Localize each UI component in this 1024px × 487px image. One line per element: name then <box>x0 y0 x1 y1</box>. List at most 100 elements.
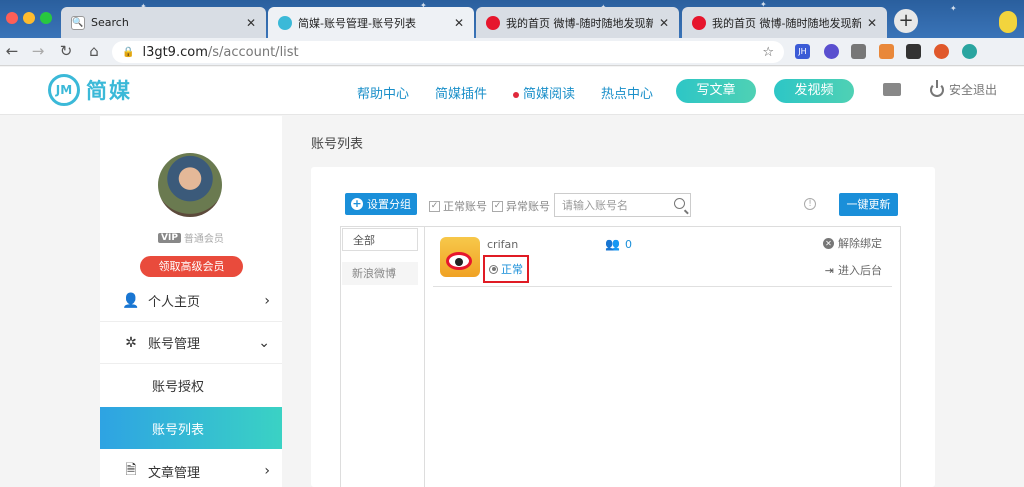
search-favicon-icon: 🔍 <box>71 15 85 30</box>
forward-arrow-icon[interactable]: → <box>28 42 48 60</box>
nav-plugin[interactable]: 简媒插件 <box>435 83 487 102</box>
write-article-button[interactable]: 写文章 <box>676 79 756 103</box>
refresh-all-button[interactable]: 一键更新 <box>839 193 898 216</box>
logo-mark-icon: JM <box>48 74 80 106</box>
site-logo[interactable]: JM 简媒 <box>48 74 132 106</box>
account-list-panel: + 设置分组 ✓ 正常账号 ✓ 异常账号 请输入账号名 ! 一键更新 全部 新浪… <box>311 167 935 487</box>
back-arrow-icon[interactable]: ← <box>2 42 22 60</box>
set-group-button[interactable]: + 设置分组 <box>345 193 417 215</box>
category-sina-weibo[interactable]: 新浪微博 <box>342 262 418 285</box>
account-list: 全部 新浪微博 crifan 正常 👥 0 ✕ 解除绑定 ⇥ 进入后台 <box>340 226 901 487</box>
sidebar-item-label: 账号授权 <box>152 379 205 395</box>
category-list: 全部 新浪微博 <box>341 227 425 487</box>
tab-label: 我的首页 微博-随时随地发现新鲜 <box>506 16 653 30</box>
unbind-button[interactable]: ✕ 解除绑定 <box>823 235 882 251</box>
site-header: JM 简媒 帮助中心 简媒插件 简媒阅读 热点中心 写文章 发视频 安全退出 <box>0 67 1024 115</box>
nav-hot-center[interactable]: 热点中心 <box>601 83 653 102</box>
filter-abnormal-checkbox[interactable]: ✓ 异常账号 <box>492 198 550 214</box>
tab-label: 简媒-账号管理-账号列表 <box>298 16 416 30</box>
search-placeholder: 请输入账号名 <box>562 199 628 212</box>
url-host: l3gt9.com <box>142 44 208 60</box>
enter-icon: ⇥ <box>824 263 834 277</box>
status-label: 正常 <box>501 263 523 276</box>
enter-backend-label: 进入后台 <box>838 264 882 277</box>
maximize-window-button[interactable] <box>40 12 52 24</box>
new-tab-button[interactable]: + <box>894 9 918 33</box>
weibo-favicon-icon <box>692 15 706 30</box>
sidebar-item-account-authorization[interactable]: 账号授权 <box>100 364 282 406</box>
new-dot-icon <box>513 91 519 98</box>
address-toolbar: ← → ↻ ⌂ 🔒 l3gt9.com/s/account/list ☆ JH <box>0 38 1024 66</box>
logo-text: 简媒 <box>86 79 132 103</box>
extension-icon[interactable] <box>879 44 894 59</box>
unbind-label: 解除绑定 <box>838 237 882 250</box>
search-icon[interactable] <box>674 198 685 209</box>
member-level-label: 普通会员 <box>183 234 224 245</box>
plus-icon: + <box>351 197 363 210</box>
status-radio-icon <box>489 264 498 274</box>
set-group-label: 设置分组 <box>367 198 411 211</box>
reload-icon[interactable]: ↻ <box>56 42 76 60</box>
account-search-input[interactable]: 请输入账号名 <box>554 193 691 217</box>
profile-icon[interactable] <box>999 11 1017 33</box>
logout-button[interactable]: 安全退出 <box>930 79 998 98</box>
lock-icon: 🔒 <box>122 46 135 58</box>
close-window-button[interactable] <box>6 12 18 24</box>
vip-badge: VIP <box>158 232 181 243</box>
accounts-icon: ✲ <box>125 334 137 351</box>
fans-count-value: 0 <box>624 237 632 251</box>
logout-label: 安全退出 <box>949 83 998 97</box>
extension-icon[interactable] <box>851 44 866 59</box>
browser-tab-active[interactable]: 简媒-账号管理-账号列表 ✕ <box>268 7 474 38</box>
claim-premium-button[interactable]: 领取高级会员 <box>140 256 243 277</box>
mail-icon[interactable] <box>883 83 901 96</box>
sidebar-item-article-management[interactable]: 🗎 文章管理 › <box>100 450 282 487</box>
url-path: /s/account/list <box>207 44 299 60</box>
tab-label: Search <box>91 16 129 29</box>
sidebar-item-account-list[interactable]: 账号列表 <box>100 407 282 449</box>
chevron-down-icon: ⌄ <box>258 334 270 351</box>
extension-jh-icon[interactable]: JH <box>795 44 810 59</box>
home-icon[interactable]: ⌂ <box>84 42 104 60</box>
sidebar-item-label: 个人主页 <box>148 295 201 310</box>
tab-label: 我的首页 微博-随时随地发现新鲜 <box>712 16 861 30</box>
browser-tab[interactable]: 🔍 Search ✕ <box>61 7 266 38</box>
info-icon[interactable]: ! <box>804 198 816 210</box>
close-tab-icon[interactable]: ✕ <box>246 16 256 30</box>
sidebar-item-label: 账号列表 <box>152 422 205 438</box>
sidebar-item-profile[interactable]: 👤 个人主页 › <box>100 280 282 322</box>
browser-tab[interactable]: 我的首页 微博-随时随地发现新鲜 ✕ <box>476 7 679 38</box>
browser-tab[interactable]: 我的首页 微博-随时随地发现新鲜 ✕ <box>682 7 887 38</box>
extension-icon[interactable] <box>962 44 977 59</box>
sidebar-item-label: 文章管理 <box>148 465 201 481</box>
member-level: VIP 普通会员 <box>158 230 224 245</box>
person-icon: 👤 <box>122 292 140 309</box>
nav-reading[interactable]: 简媒阅读 <box>513 83 575 102</box>
nav-reading-label: 简媒阅读 <box>523 87 576 102</box>
extension-icon[interactable] <box>824 44 839 59</box>
qr-code-extension-icon[interactable] <box>906 44 921 59</box>
address-bar[interactable]: 🔒 l3gt9.com/s/account/list ☆ <box>112 41 784 63</box>
extension-icon[interactable] <box>934 44 949 59</box>
account-name: crifan <box>487 238 519 251</box>
close-circle-icon: ✕ <box>823 237 834 249</box>
checkbox-icon: ✓ <box>429 200 440 212</box>
checkbox-icon: ✓ <box>492 200 503 212</box>
minimize-window-button[interactable] <box>23 12 35 24</box>
filter-normal-checkbox[interactable]: ✓ 正常账号 <box>429 198 487 214</box>
avatar[interactable] <box>158 153 222 217</box>
close-tab-icon[interactable]: ✕ <box>454 16 464 30</box>
close-tab-icon[interactable]: ✕ <box>659 16 669 30</box>
sidebar-item-label: 账号管理 <box>148 337 201 352</box>
browser-tab-bar: ✦ ✦ ✦ ✦ ✦ ✦ 🔍 Search ✕ 简媒-账号管理-账号列表 ✕ 我的… <box>0 0 1024 38</box>
bookmark-star-icon[interactable]: ☆ <box>762 45 774 60</box>
filter-normal-label: 正常账号 <box>443 200 487 213</box>
nav-help-center[interactable]: 帮助中心 <box>357 83 409 102</box>
category-all[interactable]: 全部 <box>342 228 418 251</box>
weibo-favicon-icon <box>486 15 500 30</box>
close-tab-icon[interactable]: ✕ <box>867 16 877 30</box>
filter-abnormal-label: 异常账号 <box>506 200 550 213</box>
post-video-button[interactable]: 发视频 <box>774 79 854 103</box>
enter-backend-button[interactable]: ⇥ 进入后台 <box>825 262 882 278</box>
sidebar-item-account-management[interactable]: ✲ 账号管理 ⌄ <box>100 322 282 364</box>
